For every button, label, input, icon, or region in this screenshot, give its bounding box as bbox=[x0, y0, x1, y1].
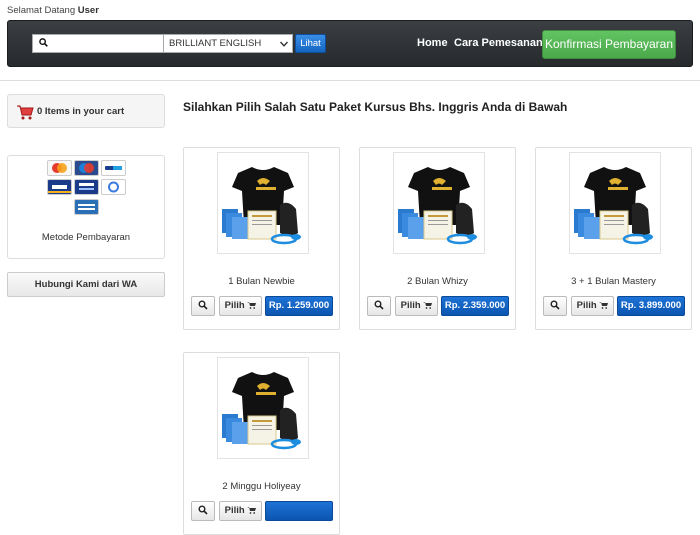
pilih-button[interactable]: Pilih bbox=[219, 296, 262, 316]
greeting: Selamat Datang User bbox=[7, 5, 99, 16]
pilih-label: Pilih bbox=[576, 300, 597, 311]
zoom-button[interactable] bbox=[543, 296, 567, 316]
search-icon bbox=[39, 38, 48, 47]
maestro-logo bbox=[74, 160, 99, 176]
product-image[interactable] bbox=[217, 357, 309, 459]
product-name: 3 + 1 Bulan Mastery bbox=[571, 276, 656, 287]
zoom-button[interactable] bbox=[191, 501, 215, 521]
pilih-label: Pilih bbox=[400, 300, 421, 311]
pilih-label: Pilih bbox=[224, 300, 245, 311]
paypal-logo bbox=[101, 160, 126, 176]
chevron-down-icon bbox=[280, 41, 288, 47]
payment-methods-box: Metode Pembayaran bbox=[7, 155, 165, 259]
page-heading: Silahkan Pilih Salah Satu Paket Kursus B… bbox=[183, 100, 568, 114]
visa-electron-logo bbox=[74, 179, 99, 195]
price-button[interactable]: Rp. 3.899.000 bbox=[617, 296, 685, 316]
search-input[interactable] bbox=[32, 34, 166, 53]
product-name: 1 Bulan Newbie bbox=[228, 276, 295, 287]
zoom-icon bbox=[374, 300, 384, 311]
navbar: BRILLIANT ENGLISH Lihat Home Cara Pemesa… bbox=[7, 20, 693, 67]
product-card: 2 Minggu Holiyeay Pilih bbox=[183, 352, 340, 535]
pilih-label: Pilih bbox=[224, 505, 245, 516]
product-card: 3 + 1 Bulan Mastery Pilih Rp. 3.899.000 bbox=[535, 147, 692, 330]
cart-box[interactable]: 0 Items in your cart bbox=[7, 94, 165, 128]
payment-methods-label: Metode Pembayaran bbox=[41, 232, 131, 243]
greeting-prefix: Selamat Datang bbox=[7, 5, 76, 16]
product-card: 2 Bulan Whizy Pilih Rp. 2.359.000 bbox=[359, 147, 516, 330]
pilih-button[interactable]: Pilih bbox=[395, 296, 438, 316]
google-checkout-logo bbox=[101, 179, 126, 195]
header-divider bbox=[0, 80, 700, 81]
whatsapp-contact-button[interactable]: Hubungi Kami dari WA bbox=[7, 272, 165, 297]
price-button[interactable]: Rp. 1.259.000 bbox=[265, 296, 333, 316]
product-image[interactable] bbox=[393, 152, 485, 254]
zoom-icon bbox=[198, 300, 208, 311]
product-name: 2 Bulan Whizy bbox=[407, 276, 468, 287]
cart-icon bbox=[247, 302, 257, 310]
mastercard-logo bbox=[47, 160, 72, 176]
cart-icon bbox=[247, 507, 257, 515]
shopping-cart-icon bbox=[17, 105, 34, 120]
pilih-button[interactable]: Pilih bbox=[571, 296, 614, 316]
product-image[interactable] bbox=[217, 152, 309, 254]
zoom-button[interactable] bbox=[367, 296, 391, 316]
cart-icon bbox=[599, 302, 609, 310]
pilih-button[interactable]: Pilih bbox=[219, 501, 262, 521]
confirm-payment-button[interactable]: Konfirmasi Pembayaran bbox=[542, 30, 676, 59]
greeting-user: User bbox=[77, 5, 99, 16]
price-button[interactable]: Rp. 2.359.000 bbox=[441, 296, 509, 316]
category-select[interactable]: BRILLIANT ENGLISH bbox=[163, 34, 293, 53]
category-select-value: BRILLIANT ENGLISH bbox=[169, 38, 262, 49]
nav-link-cara-pemesanan[interactable]: Cara Pemesanan bbox=[454, 37, 543, 49]
product-card: 1 Bulan Newbie Pilih Rp. 1.259.000 bbox=[183, 147, 340, 330]
zoom-icon bbox=[550, 300, 560, 311]
zoom-button[interactable] bbox=[191, 296, 215, 316]
visa-logo bbox=[47, 179, 72, 195]
product-image[interactable] bbox=[569, 152, 661, 254]
search-button[interactable]: Lihat bbox=[295, 34, 326, 53]
cart-label: 0 Items in your cart bbox=[37, 106, 125, 117]
product-name: 2 Minggu Holiyeay bbox=[222, 481, 301, 492]
price-button[interactable] bbox=[265, 501, 333, 521]
nav-link-home[interactable]: Home bbox=[417, 37, 448, 49]
zoom-icon bbox=[198, 505, 208, 516]
american-express-logo bbox=[74, 199, 99, 215]
cart-icon bbox=[423, 302, 433, 310]
